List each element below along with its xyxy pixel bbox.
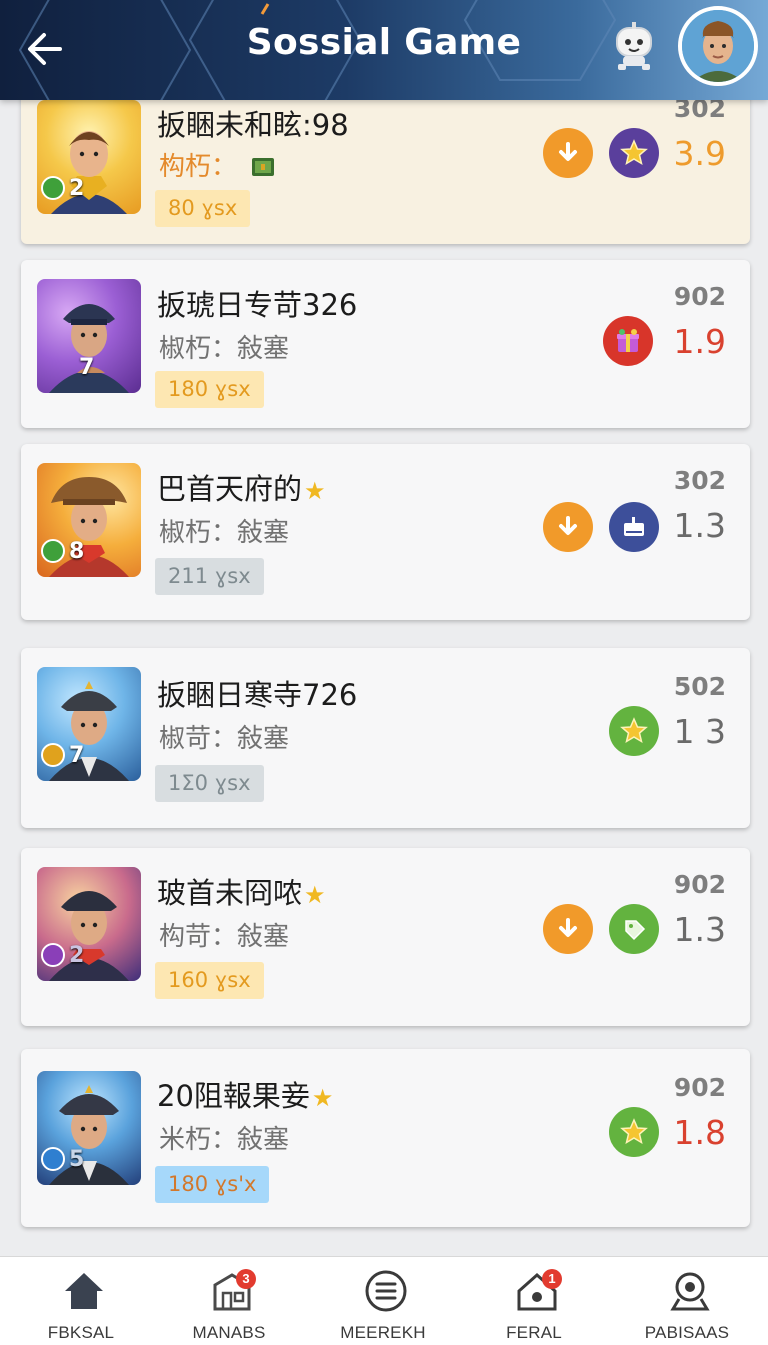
level-indicator: 2	[41, 174, 84, 202]
game-subtitle: 构苛：敍塞	[159, 922, 290, 952]
nav-label: FBKSAL	[47, 1323, 115, 1342]
score-value: 1.3	[673, 506, 726, 545]
inventory-button[interactable]	[609, 502, 659, 552]
score-count: 902	[673, 870, 726, 899]
reward-tag: 1Σ0 ɣsx	[155, 765, 264, 802]
download-icon	[559, 918, 577, 937]
download-icon	[559, 516, 577, 535]
star-icon: ★	[304, 881, 326, 909]
game-thumbnail: 7	[37, 667, 141, 781]
level-badge-icon	[41, 1147, 65, 1171]
search-icon	[670, 1272, 710, 1311]
game-name: 玻首未冏哝★	[157, 876, 326, 910]
app-header: Sossial Game	[0, 0, 768, 100]
level-number: 5	[69, 1146, 85, 1172]
list-item[interactable]: 7 扳睏日寒寺726 椒苛：敍塞 1Σ0 ɣsx 502 1 3	[21, 648, 750, 828]
bottom-navigation: FBKSAL 3 MANABS MEEREKH 1 FERAL PABISAAS	[0, 1256, 768, 1345]
score-count: 302	[673, 466, 726, 495]
star-icon: ★	[304, 477, 326, 505]
level-number: 7	[79, 354, 95, 380]
nav-label: MANABS	[192, 1323, 266, 1342]
score-value: 3.9	[673, 134, 726, 173]
gift-button[interactable]	[603, 316, 653, 366]
list-item[interactable]: 5 20阻報果妾★ 米朽：敍塞 180 ɣs'x 902 1.8	[21, 1049, 750, 1227]
game-name: 巴首天府的★	[157, 472, 326, 506]
favorite-button[interactable]	[609, 1107, 659, 1157]
nav-label: PABISAAS	[644, 1323, 730, 1342]
reward-tag: 180 ɣsx	[155, 371, 264, 408]
menu-icon	[365, 1270, 407, 1312]
level-badge-icon	[41, 943, 65, 967]
download-button[interactable]	[543, 128, 593, 178]
level-indicator: 5	[41, 1145, 84, 1173]
nav-label: FERAL	[506, 1323, 562, 1342]
game-thumbnail: 2	[37, 867, 141, 981]
score-count: 902	[673, 1073, 726, 1102]
nav-item-store[interactable]: 3 MANABS	[164, 1257, 294, 1345]
game-name: 扳琥日专苛326	[157, 288, 358, 322]
level-number: 8	[69, 538, 85, 564]
game-subtitle: 椒苛：敍塞	[159, 724, 290, 754]
list-item[interactable]: 7 扳琥日专苛326 椒朽：敍塞 180 ɣsx 902 1.9	[21, 260, 750, 428]
robot-icon[interactable]	[608, 18, 660, 74]
nav-label: MEEREKH	[340, 1323, 426, 1342]
score-value: 1 3	[673, 712, 726, 751]
level-number: 7	[69, 742, 85, 768]
level-indicator: 7	[41, 353, 94, 381]
nav-item-search[interactable]: PABISAAS	[622, 1257, 752, 1345]
level-badge-icon	[41, 176, 65, 200]
nav-item-home[interactable]: FBKSAL	[16, 1257, 146, 1345]
home-icon	[65, 1273, 103, 1309]
star-icon: ★	[311, 1084, 334, 1112]
game-thumbnail: 7	[37, 279, 141, 393]
favorite-button[interactable]	[609, 128, 659, 178]
list-item[interactable]: 2 扳睏未和眩:98 构朽： 80 ɣsx 302 3.9	[21, 80, 750, 244]
score-value: 1.8	[673, 1113, 726, 1152]
download-button[interactable]	[543, 502, 593, 552]
reward-tag: 80 ɣsx	[155, 190, 251, 227]
star-icon	[620, 1118, 648, 1145]
game-thumbnail: 2	[37, 100, 141, 214]
star-icon	[620, 717, 648, 744]
game-subtitle: 米朽：敍塞	[159, 1125, 290, 1155]
chest-icon	[252, 158, 275, 176]
notification-badge: 1	[542, 1269, 562, 1289]
tag-button[interactable]	[609, 904, 659, 954]
list-item[interactable]: 2 玻首未冏哝★ 构苛：敍塞 160 ɣsx 902 1.3	[21, 848, 750, 1026]
notification-badge: 3	[236, 1269, 256, 1289]
score-count: 902	[673, 282, 726, 311]
level-indicator: 2	[41, 941, 84, 969]
score-count: 502	[673, 672, 726, 701]
gift-box-icon	[617, 329, 639, 352]
tag-icon	[625, 920, 646, 941]
favorite-button[interactable]	[609, 706, 659, 756]
game-name: 20阻報果妾★	[157, 1079, 334, 1113]
level-number: 2	[69, 942, 85, 968]
game-subtitle: 构朽：	[159, 146, 275, 183]
level-number: 2	[69, 175, 85, 201]
level-badge-icon	[41, 743, 65, 767]
reward-tag: 180 ɣs'x	[155, 1166, 270, 1203]
list-item[interactable]: 8 巴首天府的★ 椒朽：敍塞 211 ɣsx 302 1.3	[21, 444, 750, 620]
star-icon	[620, 139, 648, 166]
nav-item-house[interactable]: 1 FERAL	[469, 1257, 599, 1345]
game-thumbnail: 5	[37, 1071, 141, 1185]
user-avatar[interactable]	[678, 6, 758, 86]
download-icon	[559, 142, 577, 161]
chest-icon	[624, 517, 644, 536]
reward-tag: 211 ɣsx	[155, 558, 264, 595]
level-indicator: 7	[41, 741, 84, 769]
score-value: 1.9	[673, 322, 726, 361]
download-button[interactable]	[543, 904, 593, 954]
game-thumbnail: 8	[37, 463, 141, 577]
game-name: 扳睏未和眩:98	[157, 108, 349, 142]
level-badge-icon	[41, 539, 65, 563]
game-subtitle: 椒朽：敍塞	[159, 334, 290, 364]
game-name: 扳睏日寒寺726	[157, 678, 358, 712]
game-subtitle: 椒朽：敍塞	[159, 518, 290, 548]
reward-tag: 160 ɣsx	[155, 962, 264, 999]
nav-item-menu[interactable]: MEEREKH	[318, 1257, 448, 1345]
level-indicator: 8	[41, 537, 84, 565]
score-value: 1.3	[673, 910, 726, 949]
